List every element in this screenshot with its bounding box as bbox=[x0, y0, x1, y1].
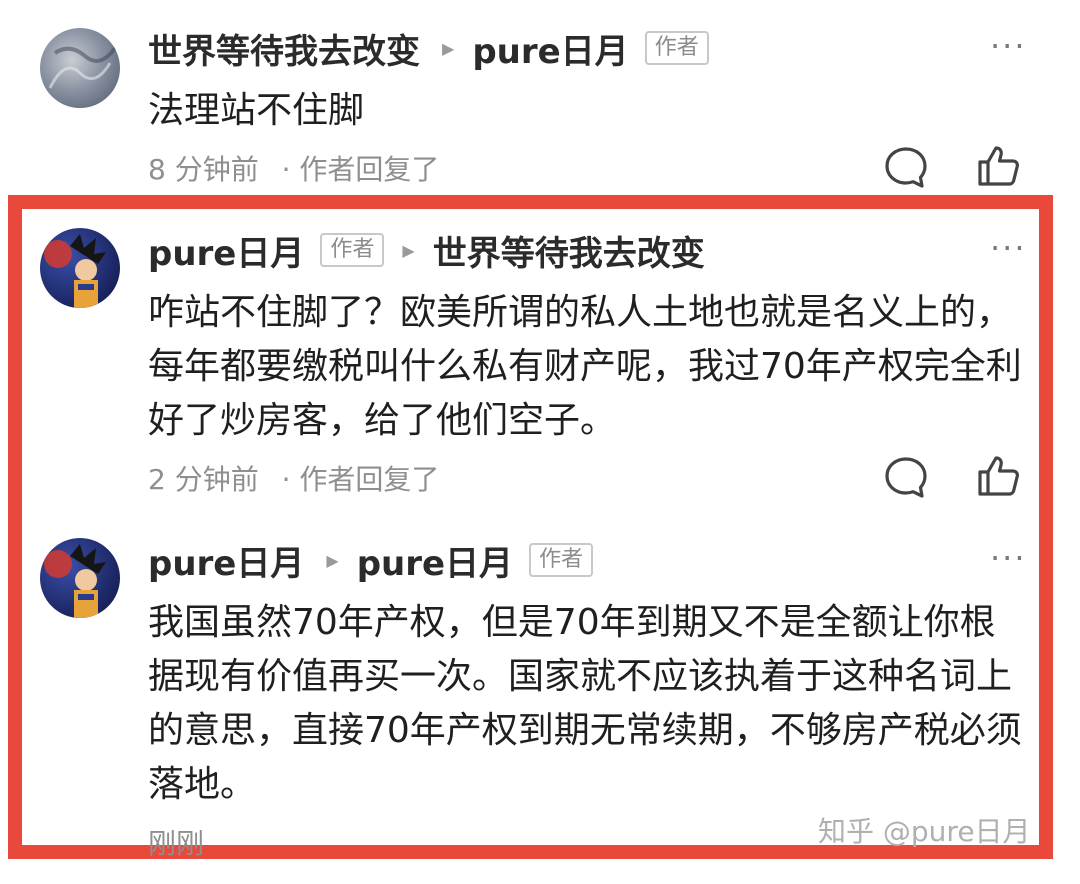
zhihu-watermark: 知乎 @pure日月 bbox=[818, 815, 1031, 848]
more-options-icon[interactable]: ··· bbox=[990, 542, 1027, 574]
author-replied-label: · 作者回复了 bbox=[281, 463, 440, 496]
reply-to-name[interactable]: pure日月 bbox=[357, 536, 513, 585]
more-options-icon[interactable]: ··· bbox=[990, 30, 1027, 62]
reply-arrow-icon: ▶ bbox=[326, 550, 339, 570]
timestamp: 2 分钟前 bbox=[148, 463, 259, 496]
comment-meta: 2 分钟前 · 作者回复了 bbox=[148, 458, 439, 498]
comment-text: 咋站不住脚了？欧美所谓的私人土地也就是名义上的，每年都要缴税叫什么私有财产呢，我… bbox=[148, 292, 1022, 441]
avatar[interactable] bbox=[40, 28, 120, 108]
reply-arrow-icon: ▶ bbox=[402, 240, 415, 260]
reply-to-name[interactable]: pure日月 bbox=[472, 24, 628, 73]
more-options-icon[interactable]: ··· bbox=[990, 232, 1027, 264]
comment-header: pure日月 ▶ pure日月 作者 bbox=[148, 534, 594, 586]
author-name[interactable]: 世界等待我去改变 bbox=[148, 24, 420, 73]
reply-arrow-icon: ▶ bbox=[442, 38, 455, 58]
reply-to-name[interactable]: 世界等待我去改变 bbox=[433, 226, 705, 275]
comment-bubble-icon[interactable] bbox=[882, 454, 930, 502]
author-replied-label: · 作者回复了 bbox=[281, 153, 440, 186]
comment-header: pure日月 作者 ▶ 世界等待我去改变 bbox=[148, 224, 705, 276]
comment-text: 法理站不住脚 bbox=[148, 90, 365, 131]
author-name[interactable]: pure日月 bbox=[148, 536, 304, 585]
timestamp: 刚刚 bbox=[148, 827, 205, 860]
avatar[interactable] bbox=[40, 538, 120, 618]
comment-header: 世界等待我去改变 ▶ pure日月 作者 bbox=[148, 22, 709, 74]
comment-bubble-icon[interactable] bbox=[882, 144, 930, 192]
author-name[interactable]: pure日月 bbox=[148, 226, 304, 275]
author-badge: 作者 bbox=[644, 31, 709, 65]
avatar[interactable] bbox=[40, 228, 120, 308]
comment-meta: 8 分钟前 · 作者回复了 bbox=[148, 148, 439, 188]
thumbs-up-icon[interactable] bbox=[974, 142, 1022, 190]
author-badge: 作者 bbox=[529, 543, 594, 577]
thumbs-up-icon[interactable] bbox=[974, 452, 1022, 500]
comment-meta: 刚刚 bbox=[148, 822, 204, 862]
timestamp: 8 分钟前 bbox=[148, 153, 259, 186]
author-badge: 作者 bbox=[320, 233, 385, 267]
comment-text: 我国虽然70年产权，但是70年到期又不是全额让你根据现有价值再买一次。国家就不应… bbox=[148, 602, 1022, 805]
